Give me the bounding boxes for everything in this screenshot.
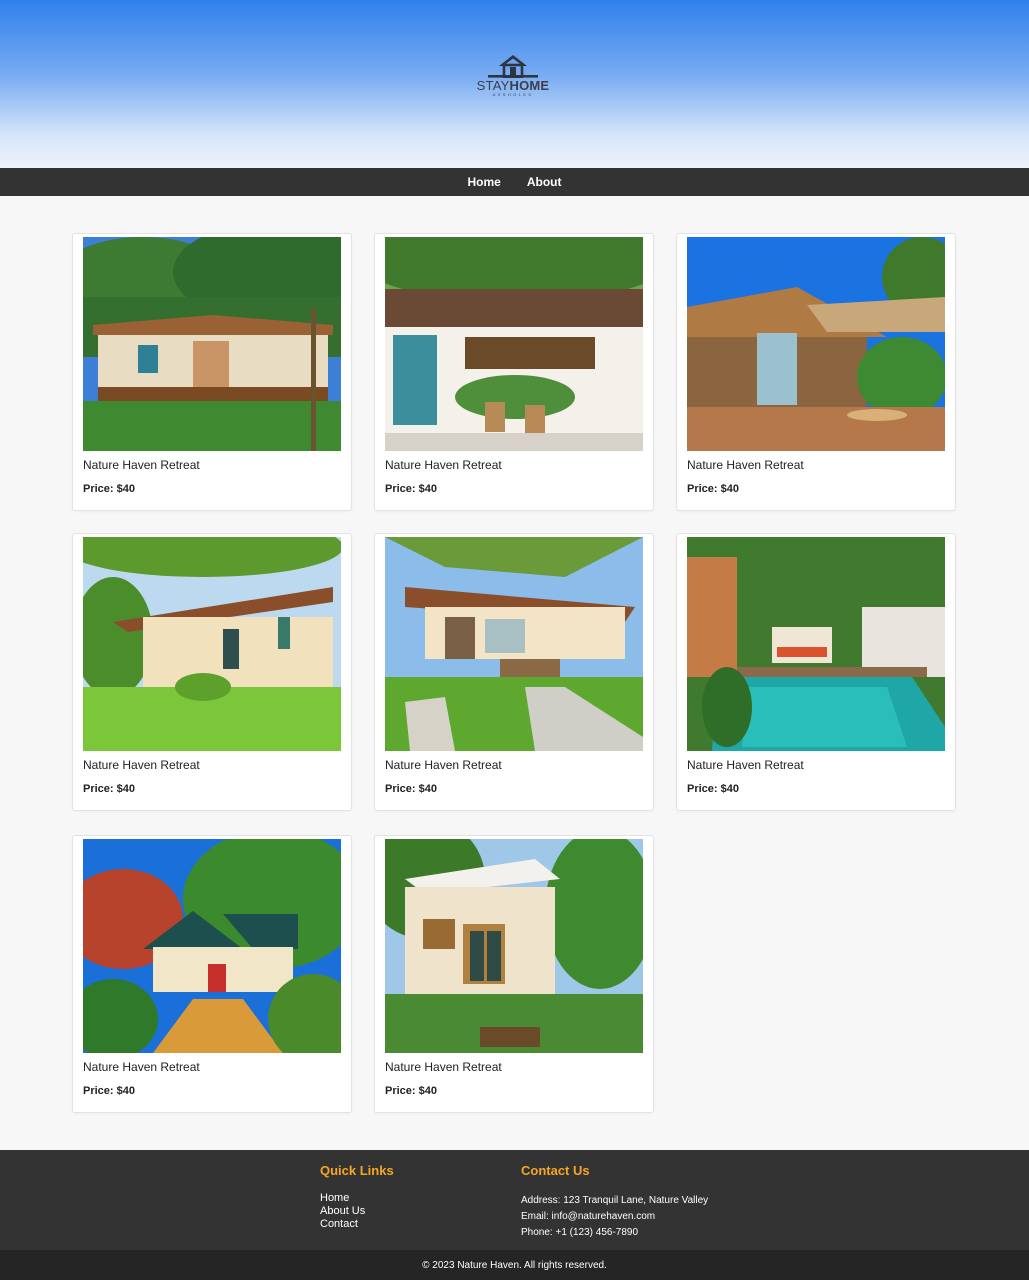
copyright-bar: © 2023 Nature Haven. All rights reserved… (0, 1250, 1029, 1280)
listing-price: Price: $40 (385, 783, 437, 795)
quick-links-heading: Quick Links (320, 1163, 394, 1178)
nav-link-about[interactable]: About (527, 175, 562, 189)
listing-name: Nature Haven Retreat (83, 1060, 200, 1074)
listing-card[interactable]: Nature Haven Retreat Price: $40 (72, 835, 352, 1113)
listing-card[interactable]: Nature Haven Retreat Price: $40 (676, 533, 956, 811)
contact-phone: Phone: +1 (123) 456-7890 (521, 1227, 639, 1238)
house-logo-icon (488, 55, 538, 78)
listing-name: Nature Haven Retreat (385, 1060, 502, 1074)
header-banner: STAYHOME ASSHOLES (0, 0, 1029, 168)
copyright-text: © 2023 Nature Haven. All rights reserved… (422, 1259, 607, 1271)
listing-price: Price: $40 (83, 783, 135, 795)
listing-price: Price: $40 (687, 783, 739, 795)
contact-email: Email: info@naturehaven.com (521, 1211, 656, 1222)
listing-name: Nature Haven Retreat (687, 758, 804, 772)
quick-links-list: Home About Us Contact (320, 1192, 365, 1231)
contact-address: Address: 123 Tranquil Lane, Nature Valle… (521, 1195, 709, 1206)
logo-wordmark: STAYHOME (476, 78, 550, 93)
listing-photo[interactable] (83, 237, 341, 451)
listing-card[interactable]: Nature Haven Retreat Price: $40 (374, 533, 654, 811)
listing-card[interactable]: Nature Haven Retreat Price: $40 (374, 835, 654, 1113)
listing-name: Nature Haven Retreat (687, 458, 804, 472)
listing-name: Nature Haven Retreat (385, 458, 502, 472)
listing-name: Nature Haven Retreat (83, 458, 200, 472)
listing-name: Nature Haven Retreat (385, 758, 502, 772)
listing-card[interactable]: Nature Haven Retreat Price: $40 (676, 233, 956, 511)
listing-price: Price: $40 (687, 483, 739, 495)
site-logo[interactable]: STAYHOME ASSHOLES (472, 52, 554, 106)
listing-photo[interactable] (83, 839, 341, 1053)
listing-photo[interactable] (385, 537, 643, 751)
site-footer: Quick Links Home About Us Contact Contac… (0, 1150, 1029, 1250)
footer-link-home[interactable]: Home (320, 1192, 365, 1205)
listing-price: Price: $40 (83, 483, 135, 495)
listing-photo[interactable] (83, 537, 341, 751)
listing-card[interactable]: Nature Haven Retreat Price: $40 (374, 233, 654, 511)
listing-card[interactable]: Nature Haven Retreat Price: $40 (72, 233, 352, 511)
listing-photo[interactable] (385, 237, 643, 451)
main-nav: Home About (0, 168, 1029, 196)
footer-link-about-us[interactable]: About Us (320, 1205, 365, 1218)
listing-photo[interactable] (687, 537, 945, 751)
listing-name: Nature Haven Retreat (83, 758, 200, 772)
contact-heading: Contact Us (521, 1163, 590, 1178)
nav-link-home[interactable]: Home (468, 175, 501, 189)
listing-photo[interactable] (687, 237, 945, 451)
footer-link-contact[interactable]: Contact (320, 1218, 365, 1231)
listing-photo[interactable] (385, 839, 643, 1053)
contact-info: Address: 123 Tranquil Lane, Nature Valle… (521, 1193, 708, 1241)
listing-price: Price: $40 (385, 1085, 437, 1097)
page: STAYHOME ASSHOLES Home About Nature Have… (0, 0, 1029, 1280)
listing-price: Price: $40 (83, 1085, 135, 1097)
listing-price: Price: $40 (385, 483, 437, 495)
listing-card[interactable]: Nature Haven Retreat Price: $40 (72, 533, 352, 811)
